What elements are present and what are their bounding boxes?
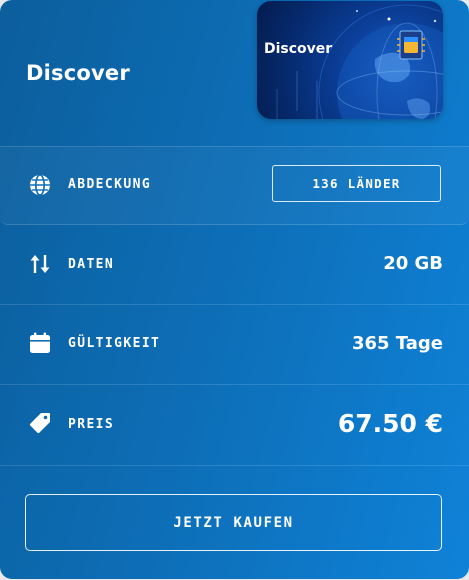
price-tag-icon bbox=[30, 413, 50, 433]
calendar-icon bbox=[30, 332, 50, 353]
price-label: PREIS bbox=[68, 417, 115, 432]
validity-row: GÜLTIGKEIT 365 Tage bbox=[0, 305, 469, 385]
price-row: PREIS 67.50 € bbox=[0, 385, 469, 466]
price-value: 67.50 € bbox=[337, 409, 443, 438]
plan-title: Discover bbox=[26, 61, 130, 85]
data-row: DATEN 20 GB bbox=[0, 225, 469, 305]
globe-esim-image bbox=[276, 4, 443, 119]
data-label: DATEN bbox=[68, 257, 115, 272]
coverage-row: ABDECKUNG 136 LÄNDER bbox=[0, 146, 469, 225]
data-value: 20 GB bbox=[383, 253, 443, 274]
thumbnail-label: Discover bbox=[264, 41, 333, 57]
validity-label: GÜLTIGKEIT bbox=[68, 336, 161, 351]
plan-card: Discover Discover ABDECKUNG 136 LÄNDER D… bbox=[0, 0, 469, 579]
coverage-countries-button[interactable]: 136 LÄNDER bbox=[272, 165, 441, 202]
coverage-label: ABDECKUNG bbox=[68, 177, 152, 192]
validity-value: 365 Tage bbox=[351, 333, 443, 354]
globe-icon bbox=[30, 174, 50, 196]
transfer-arrows-icon bbox=[30, 255, 50, 273]
plan-header: Discover Discover bbox=[0, 0, 469, 147]
buy-now-button[interactable]: JETZT KAUFEN bbox=[25, 494, 442, 551]
esim-chip-icon bbox=[397, 30, 425, 60]
plan-thumbnail: Discover bbox=[257, 1, 443, 119]
